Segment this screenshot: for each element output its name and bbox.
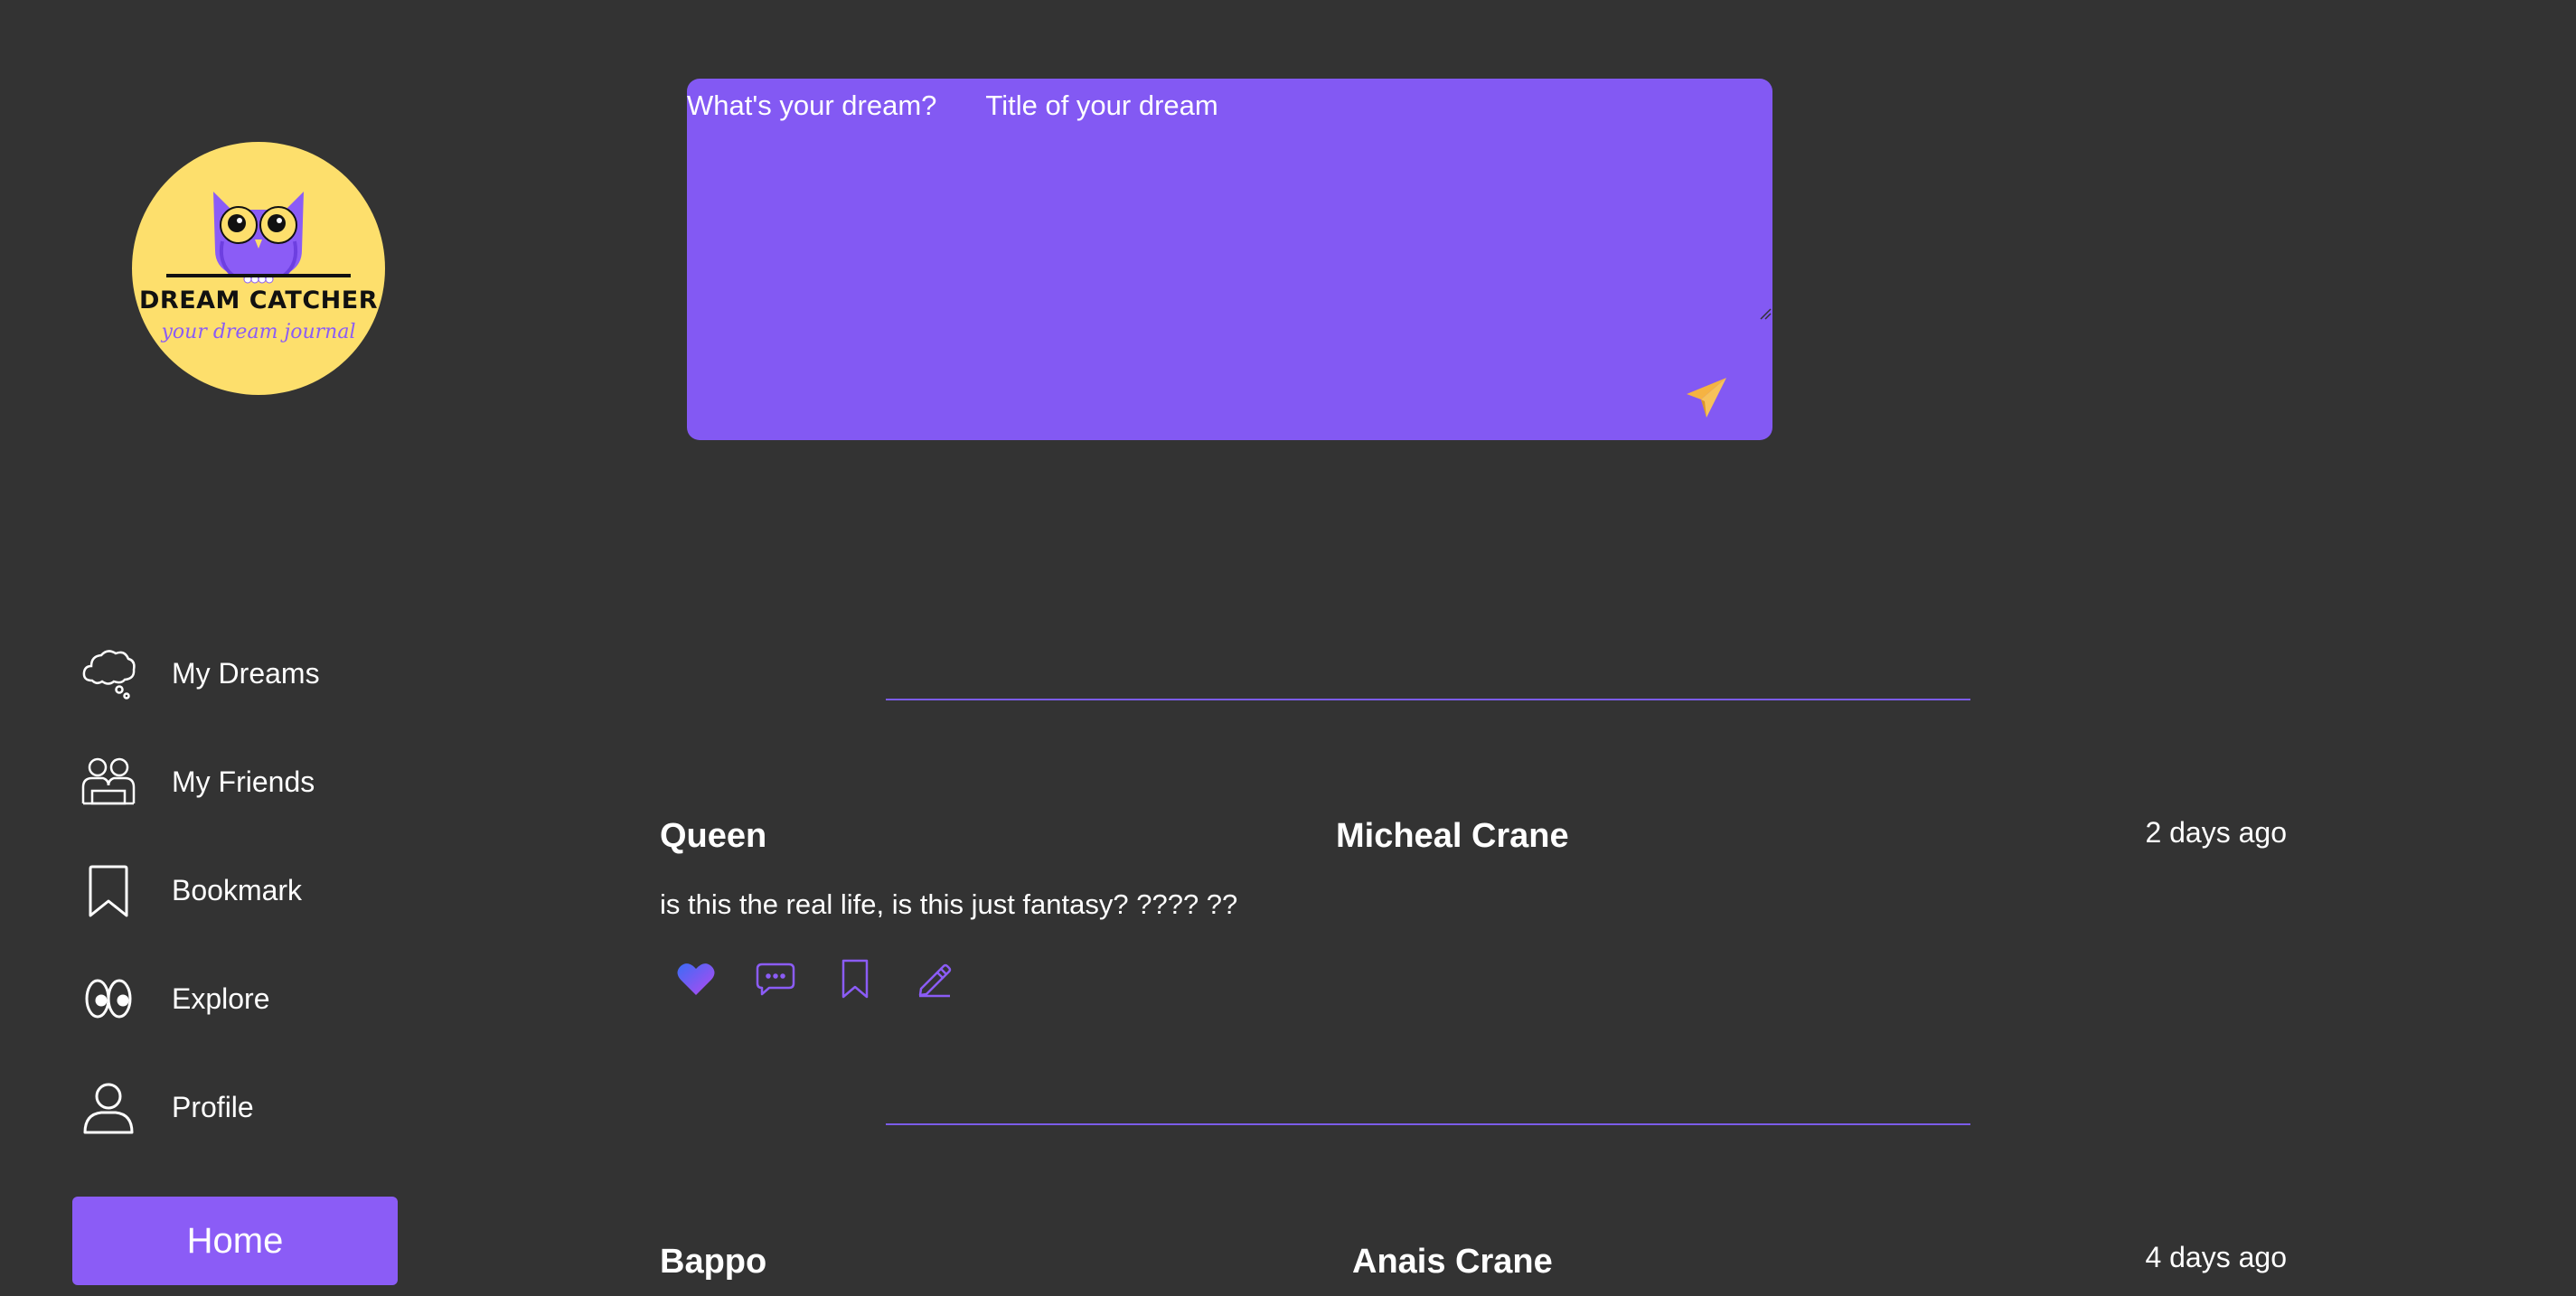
sidebar-item-my-friends[interactable]: My Friends [72, 741, 434, 822]
sidebar-item-label: Explore [172, 981, 270, 1015]
post-body: is this the real life, is this just fant… [660, 888, 1238, 920]
app-window: DREAM CATCHER your dream journal My Drea… [0, 0, 2576, 1296]
post-timestamp: 4 days ago [2145, 1241, 2287, 1273]
edit-button[interactable] [907, 952, 962, 1006]
sidebar-item-label: Profile [172, 1090, 254, 1123]
heart-icon [677, 963, 715, 995]
sidebar-item-label: My Friends [172, 765, 315, 798]
paper-plane-icon [1687, 378, 1726, 418]
sidebar-item-explore[interactable]: Explore [72, 958, 434, 1039]
sidebar-item-label: Bookmark [172, 873, 303, 906]
post-timestamp: 2 days ago [2145, 816, 2287, 849]
thought-cloud-icon [72, 637, 145, 709]
user-icon [72, 1071, 145, 1143]
send-button[interactable] [1677, 368, 1736, 427]
feed-divider [886, 699, 1970, 700]
friends-icon [72, 746, 145, 818]
post-title: Bappo [660, 1243, 767, 1281]
sidebar-item-my-dreams[interactable]: My Dreams [72, 633, 434, 714]
resize-handle-icon[interactable] [1759, 307, 1772, 320]
dream-title-input[interactable]: Title of your dream [985, 89, 1217, 122]
bookmark-icon [841, 959, 869, 999]
sidebar-item-label: My Dreams [172, 656, 320, 690]
eyes-icon [72, 963, 145, 1035]
sidebar-item-profile[interactable]: Profile [72, 1066, 434, 1148]
logo-subtitle: your dream journal [161, 321, 356, 343]
bookmark-icon [72, 854, 145, 926]
like-button[interactable] [669, 952, 723, 1006]
pencil-icon [918, 963, 952, 998]
home-button[interactable]: Home [72, 1197, 398, 1285]
composer-header: What's your dream? Title of your dream [687, 89, 1218, 122]
comment-button[interactable] [748, 952, 803, 1006]
logo-title: DREAM CATCHER [139, 286, 378, 315]
feed-divider [886, 1123, 1970, 1125]
post-title: Queen [660, 817, 767, 855]
post-actions [669, 952, 987, 1006]
owl-logo-icon [166, 192, 351, 284]
bookmark-button[interactable] [828, 952, 882, 1006]
logo[interactable]: DREAM CATCHER your dream journal [132, 142, 385, 395]
dream-composer[interactable]: What's your dream? Title of your dream [687, 79, 1772, 440]
post-author[interactable]: Anais Crane [1352, 1243, 1553, 1282]
dream-label: What's your dream? [687, 89, 937, 121]
sidebar-item-bookmark[interactable]: Bookmark [72, 850, 434, 931]
post-author[interactable]: Micheal Crane [1336, 817, 1569, 856]
comment-icon [756, 963, 795, 996]
